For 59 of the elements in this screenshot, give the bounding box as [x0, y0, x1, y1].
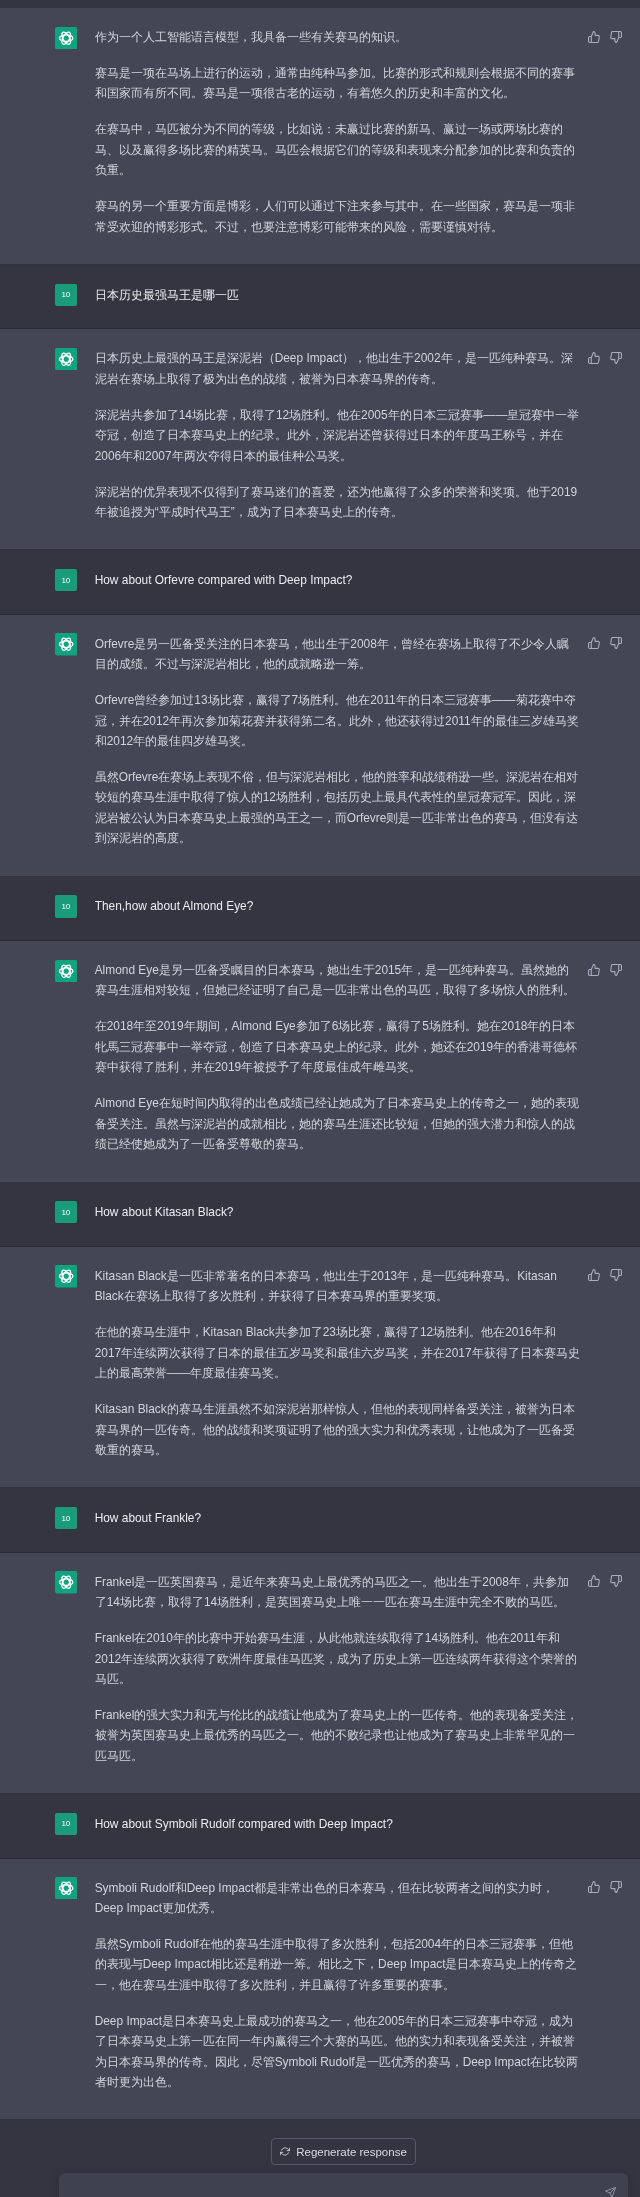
message-paragraph: Frankel在2010年的比赛中开始赛马生涯，从此他就连续取得了14场胜利。他在2011年和2012年连续两次获得了欧洲年度最佳马匹奖，成为了历史上第一匹连续两年获得这个荣誉的马匹。 [94, 1630, 579, 1688]
message-paragraph: Symboli Rudolf和Deep Impact都是非常出色的日本赛马，但在比较两者之间的实力时，Deep Impact更加优秀。 [94, 1879, 556, 1917]
message-paragraph: 赛马是一项在马场上进行的运动，通常由纯种马参加。比赛的形式和规则会根据不同的赛事和国家而有所不同。赛马是一项很古老的运动，有着悠久的历史和丰富的文化。 [94, 65, 576, 103]
thumbs-down-icon[interactable] [609, 637, 622, 650]
thumbs-up-icon[interactable] [587, 963, 600, 976]
user-message-text: How about Symboli Rudolf compared with Deep Impact? [94, 1815, 393, 1833]
message-paragraph: Frankel的强大实力和无与伦比的战绩让他成为了赛马史上的一匹传奇。他的表现备受关注，被誉为英国赛马史上最优秀的马匹之一。他的不败纪录也让他成为了赛马史上非常罕见的一匹马匹。 [94, 1706, 580, 1765]
thumbs-down-icon[interactable] [609, 1575, 622, 1588]
avatar-logo-icon [54, 26, 78, 49]
avatar-logo-icon [54, 1265, 78, 1288]
avatar-logo-icon [54, 1877, 78, 1900]
message-paragraph: 深泥岩共参加了14场比赛，取得了12场胜利。他在2005年的日本三冠赛事——皇冠赛中一举夺冠，创造了日本赛马史上的纪录。此外，深泥岩还曾获得过日本的年度马王称号，并在2006年和2007年两次夺得日本的最佳种公马奖。 [94, 406, 580, 465]
message-paragraph: 在赛马中，马匹被分为不同的等级，比如说：未赢过比赛的新马、赢过一场或两场比赛的马、以及赢得多场比赛的精英马。马匹会根据它们的等级和表现来分配参加的比赛和负责的负重。 [94, 121, 576, 180]
message-paragraph: 日本历史上最强的马王是深泥岩（Deep Impact），他出生于2002年，是一匹纯种赛马。深泥岩在赛场上取得了极为出色的战绩，被誉为日本赛马界的传奇。 [94, 350, 574, 388]
message-paragraph: 在他的赛马生涯中，Kitasan Black共参加了23场比赛，赢得了12场胜利。他在2016年和2017年连续两次获得了日本的最佳五岁马奖和最佳六岁马奖，并在2017年获得了日本赛马史上的最高荣誉——年度最佳赛马奖。 [94, 1324, 580, 1383]
user-avatar: 10 [54, 568, 78, 592]
message-paragraph: 赛马的另一个重要方面是博彩，人们可以通过下注来参与其中。在一些国家，赛马是一项非常受欢迎的博彩形式。不过，也要注意博彩可能带来的风险，需要谨慎对待。 [94, 198, 576, 236]
user-message-text: Then,how about Almond Eye? [94, 898, 254, 916]
message-paragraph: 深泥岩的优异表现不仅得到了赛马迷们的喜爱，还为他赢得了众多的荣誉和奖项。他于2019年被追授为“平成时代马王”，成为了日本赛马史上的传奇。 [94, 483, 579, 522]
message-paragraph: Almond Eye是另一匹备受瞩目的日本赛马，她出生于2015年，是一匹纯种赛马。虽然她的赛马生涯相对较短，但她已经证明了自己是一匹非常出色的马匹，取得了多场惊人的胜利。 [94, 962, 576, 1000]
message-paragraph: 虽然Orfevre在赛场上表现不俗，但与深泥岩相比，他的胜率和战绩稍逊一些。深泥岩在相对较短的赛马生涯中取得了惊人的12场胜利，包括历史上最具代表性的皇冠赛冠军。因此，深泥岩被公认为日本赛马史上最强的马王之一，而Orfevre则是一匹非常出色的赛马，但没有达到深泥岩的高度。 [94, 769, 580, 848]
message-input-field[interactable] [59, 2173, 628, 2197]
avatar-logo-icon [54, 347, 78, 371]
thumbs-down-icon[interactable] [609, 1269, 622, 1282]
user-avatar: 10 [54, 1201, 78, 1224]
message-paragraph: Orfevre是另一匹备受关注的日本赛马，他出生于2008年，曾经在赛场上取得了不少令人瞩目的成绩。不过与深泥岩相比，他的成就略逊一筹。 [94, 635, 570, 674]
avatar-logo-icon [54, 959, 78, 982]
message-paragraph: 虽然Symboli Rudolf在他的赛马生涯中取得了多次胜利，包括2004年的日本三冠赛事，但他的表现与Deep Impact相比还是稍逊一筹。相比之下，Deep Impact是日本赛马史上的传奇之一，他在赛马生涯中取得了多次胜利，并且赢得了许多重要的赛事。 [94, 1935, 579, 1994]
thumbs-up-icon[interactable] [587, 637, 600, 650]
thumbs-up-icon[interactable] [587, 1269, 600, 1282]
thumbs-up-icon[interactable] [587, 351, 600, 364]
user-avatar: 10 [54, 1812, 78, 1836]
user-message-text: How about Kitasan Black? [94, 1204, 234, 1221]
thumbs-up-icon[interactable] [587, 1881, 600, 1894]
message-paragraph: Orfevre曾经参加过13场比赛，赢得了7场胜利。他在2011年的日本三冠赛事——菊花赛中夺冠，并在2012年再次参加菊花赛并获得第二名。此外，他还获得过2011年的最佳三岁雄马奖和2012年的最佳四岁雄马奖。 [94, 692, 580, 751]
thumbs-down-icon[interactable] [609, 30, 622, 43]
thumbs-down-icon[interactable] [609, 1881, 622, 1894]
message-paragraph: 作为一个人工智能语言模型，我具备一些有关赛马的知识。 [94, 29, 408, 46]
user-avatar: 10 [54, 895, 78, 918]
user-avatar: 10 [54, 1506, 78, 1530]
thumbs-down-icon[interactable] [609, 351, 622, 364]
refresh-icon [280, 2147, 291, 2157]
user-avatar: 10 [54, 283, 78, 306]
user-message-text: How about Frankle? [94, 1509, 202, 1527]
thumbs-up-icon[interactable] [587, 1575, 600, 1588]
thumbs-up-icon[interactable] [587, 30, 600, 43]
message-paragraph: Deep Impact是日本赛马史上最成功的赛马之一，他在2005年的日本三冠赛事中夺冠，成为了日本赛马史上第一匹在同一年内赢得三个大赛的马匹。他的实力和表现备受关注，并被誉为日本赛马界的传奇。因此，尽管Symboli Rudolf是一匹优秀的赛马，Deep Impact在比较两者时更为出色。 [94, 2012, 580, 2091]
message-paragraph: Frankel是一匹英国赛马，是近年来赛马史上最优秀的马匹之一。他出生于2008年，共参加了14场比赛，取得了14场胜利，是英国赛马史上唯一一匹在赛马生涯中完全不败的马匹。 [94, 1573, 570, 1612]
avatar-logo-icon [54, 1571, 78, 1594]
thumbs-down-icon[interactable] [609, 963, 622, 976]
send-icon[interactable] [605, 2187, 616, 2197]
message-paragraph: Kitasan Black的赛马生涯虽然不如深泥岩那样惊人，但他的表现同样备受关注，被誉为日本赛马界的一匹传奇。他的战绩和奖项证明了他的强大实力和优秀表现，让他成为了一匹备受敬重的赛马。 [94, 1401, 576, 1459]
user-message-text: 日本历史最强马王是哪一匹 [94, 286, 239, 304]
user-message-text: How about Orfevre compared with Deep Impact? [94, 571, 353, 589]
message-paragraph: Almond Eye在短时间内取得的出色成绩已经让她成为了日本赛马史上的传奇之一，她的表现备受关注。虽然与深泥岩的成就相比，她的赛马生涯还比较短，但她的强大潜力和惊人的战绩已经使她成为了一匹备受尊敬的赛马。 [94, 1095, 580, 1154]
regenerate-button[interactable]: Regenerate response [270, 2138, 417, 2166]
message-paragraph: Kitasan Black是一匹非常著名的日本赛马，他出生于2013年，是一匹纯种赛马。Kitasan Black在赛场上取得了多次胜利，并获得了日本赛马界的重要奖项。 [94, 1267, 558, 1306]
message-paragraph: 在2018年至2019年期间，Almond Eye参加了6场比赛，赢得了5场胜利。她在2018年的日本牝馬三冠赛事中一举夺冠，创造了日本赛马史上的纪录。此外，她还在2019年的香港哥德杯赛中获得了胜利，并在2019年被授予了年度最佳成年雌马奖。 [94, 1018, 579, 1077]
avatar-logo-icon [54, 633, 78, 656]
